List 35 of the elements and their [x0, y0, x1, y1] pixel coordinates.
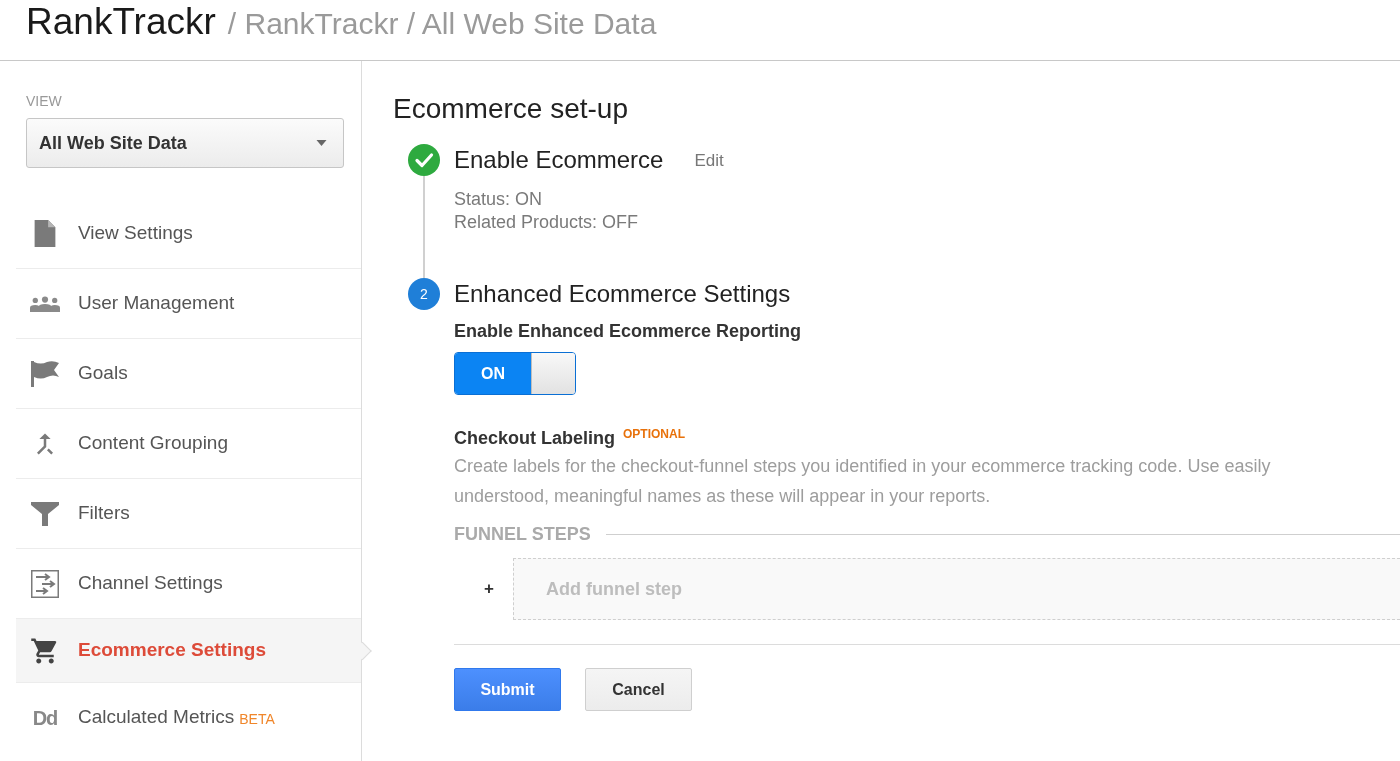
flag-icon: [31, 360, 59, 387]
filter-icon: [31, 501, 59, 526]
view-select[interactable]: All Web Site Data: [26, 118, 344, 168]
sidebar-item[interactable]: Goals: [16, 338, 361, 408]
submit-button[interactable]: Submit: [454, 668, 561, 711]
sidebar-item[interactable]: View Settings: [16, 198, 361, 268]
checkout-description: Create labels for the checkout-funnel steps you identified in your ecommerce tracking code. Use easily understood, meaningful names as these will appear in your reports.: [454, 455, 1272, 508]
metrics-glyph: Dd: [32, 705, 58, 731]
arrows-box-icon: [31, 569, 59, 598]
step-detail: Related Products: OFF: [454, 211, 640, 234]
toggle-switch[interactable]: ON: [454, 352, 576, 395]
sidebar-item[interactable]: Filters: [16, 478, 361, 548]
step-title: Enhanced Ecommerce Settings: [454, 279, 791, 309]
view-label: VIEW: [26, 93, 63, 109]
page-title: Ecommerce set-up: [393, 92, 629, 126]
edit-link[interactable]: Edit: [694, 148, 724, 174]
people-icon: [30, 294, 60, 313]
sidebar-item[interactable]: Dd Calculated Metrics BETA: [16, 682, 361, 752]
step-detail: Status: ON: [454, 188, 544, 211]
view-select-value: All Web Site Data: [39, 131, 187, 155]
checkout-title: Checkout Labeling: [454, 427, 615, 449]
document-icon: [34, 219, 56, 247]
optional-label: OPTIONAL: [623, 427, 685, 441]
sidebar-item[interactable]: Content Grouping: [16, 408, 361, 478]
step-number: 2: [408, 278, 440, 310]
funnel-steps-heading: FUNNEL STEPS: [454, 523, 591, 545]
caret-icon: [316, 140, 327, 146]
step-title: Enable Ecommerce: [454, 145, 664, 175]
app-title: RankTrackr: [26, 1, 216, 43]
beta-label: BETA: [239, 709, 275, 729]
sidebar-item[interactable]: User Management: [16, 268, 361, 338]
cancel-button[interactable]: Cancel: [585, 668, 692, 711]
breadcrumb-path: / RankTrackr / All Web Site Data: [227, 6, 657, 42]
reporting-label: Enable Enhanced Ecommerce Reporting: [454, 320, 802, 342]
plus-symbol[interactable]: +: [484, 576, 494, 602]
